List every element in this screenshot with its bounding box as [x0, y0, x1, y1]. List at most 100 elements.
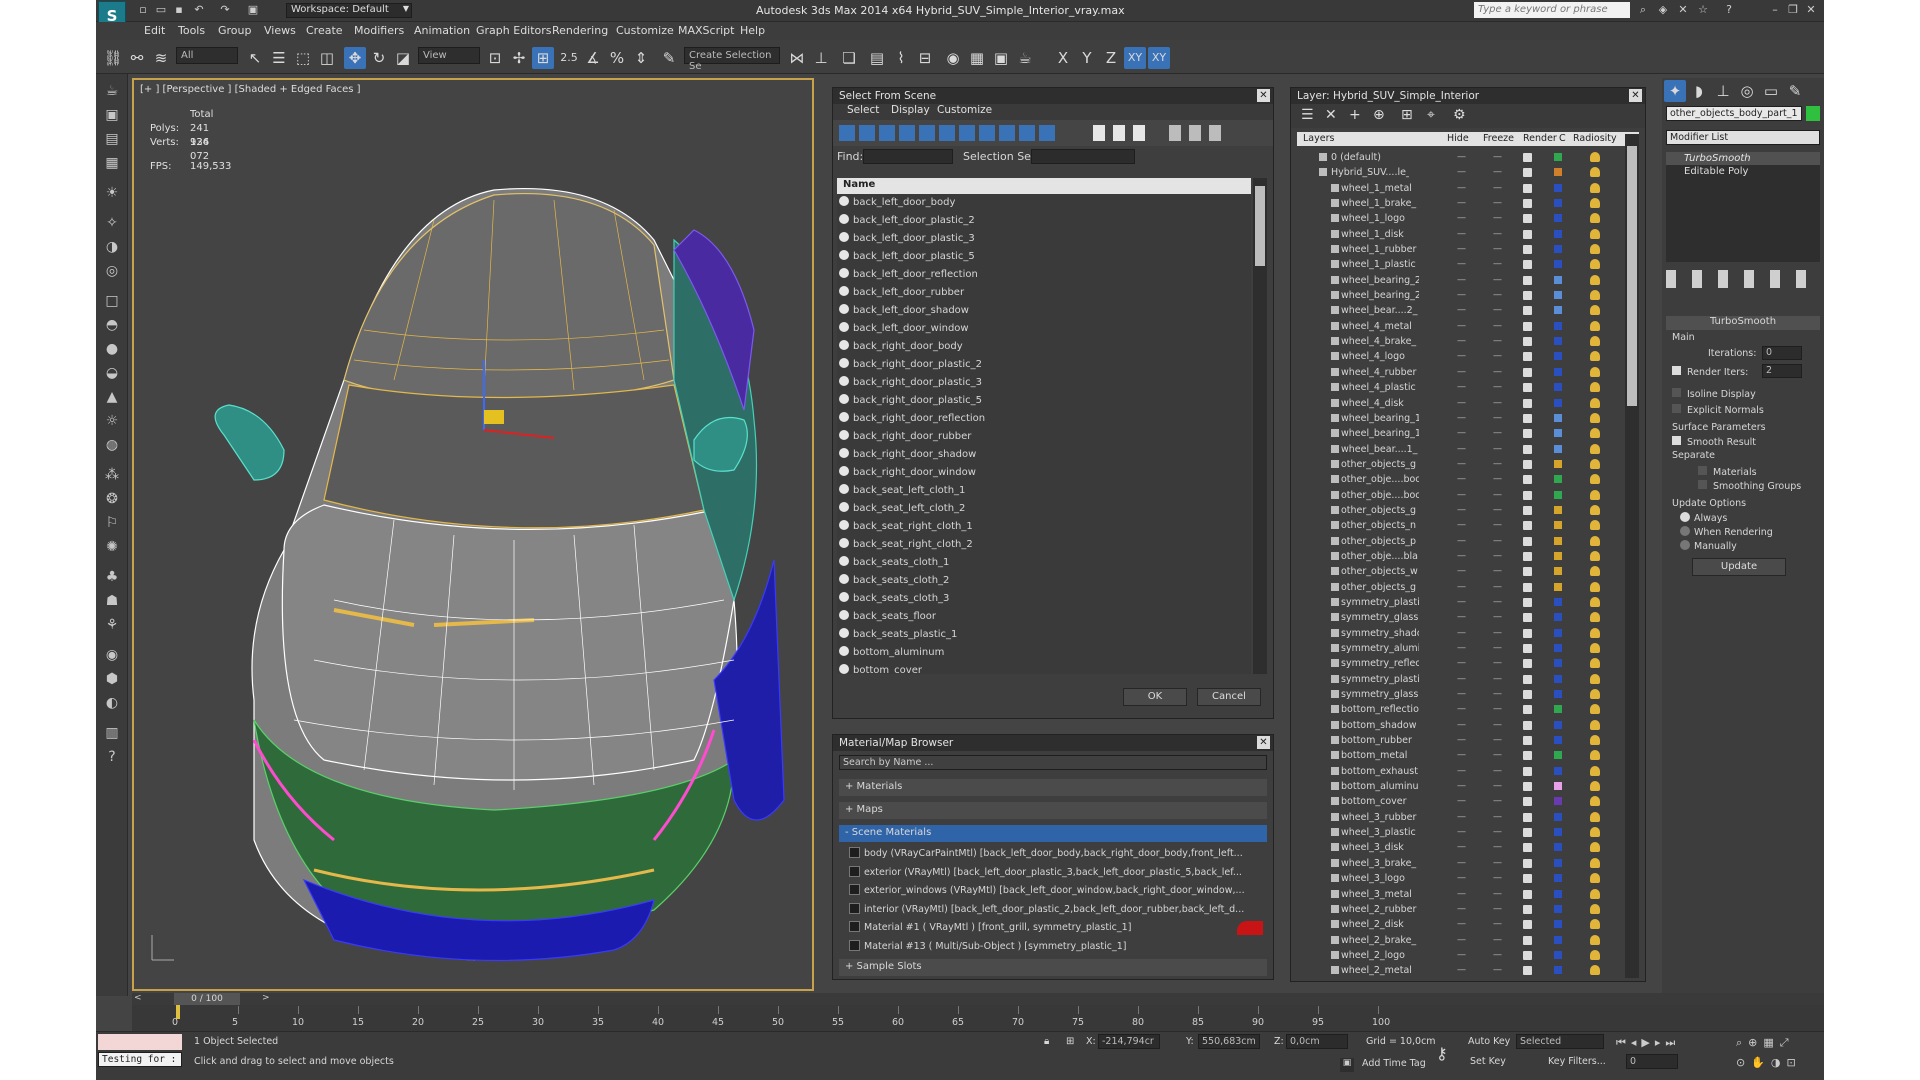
- tab-customize[interactable]: Customize: [937, 104, 992, 116]
- hide-toggle-icon[interactable]: —: [1457, 963, 1466, 978]
- create-layer-icon[interactable]: +: [1349, 107, 1361, 123]
- help-circle-icon[interactable]: ?: [101, 746, 123, 768]
- layer-color-swatch[interactable]: [1554, 367, 1562, 376]
- hide-toggle-icon[interactable]: —: [1457, 488, 1466, 503]
- time-next-icon[interactable]: >: [262, 993, 274, 1005]
- render-teapot-icon[interactable]: [1523, 291, 1532, 301]
- radiosity-icon[interactable]: [1590, 474, 1600, 485]
- layer-color-swatch[interactable]: [1554, 352, 1562, 361]
- layer-color-swatch[interactable]: [1554, 383, 1562, 392]
- close-icon[interactable]: ✕: [1629, 89, 1642, 102]
- y-coordinate-field[interactable]: 550,683cm: [1198, 1034, 1260, 1049]
- select-by-name-icon[interactable]: ☰: [268, 47, 290, 69]
- layer-row[interactable]: other_obje....boc — —: [1297, 488, 1619, 503]
- freeze-toggle-icon[interactable]: —: [1493, 580, 1502, 595]
- col-hide[interactable]: Hide: [1447, 133, 1469, 144]
- freeze-toggle-icon[interactable]: —: [1493, 242, 1502, 257]
- biped-icon[interactable]: ⚘: [101, 614, 123, 636]
- radiosity-icon[interactable]: [1590, 244, 1600, 255]
- radiosity-icon[interactable]: [1590, 458, 1600, 469]
- layer-color-swatch[interactable]: [1554, 551, 1562, 560]
- layer-row[interactable]: wheel_4_rubber — —: [1297, 365, 1619, 380]
- hide-toggle-icon[interactable]: —: [1457, 442, 1466, 457]
- render-teapot-icon[interactable]: [1523, 904, 1532, 914]
- radiosity-icon[interactable]: [1590, 305, 1600, 316]
- playback-controls[interactable]: ⏮◂▶▸⏭: [1616, 1036, 1736, 1050]
- render-teapot-icon[interactable]: [1523, 751, 1532, 761]
- scene-object-row[interactable]: back_seats_floor: [837, 608, 1251, 626]
- layer-row[interactable]: bottom_exhaust — —: [1297, 764, 1619, 779]
- scene-object-row[interactable]: back_left_door_plastic_2: [837, 212, 1251, 230]
- window-crossing-icon[interactable]: ◫: [316, 47, 338, 69]
- hide-toggle-icon[interactable]: —: [1457, 472, 1466, 487]
- freeze-toggle-icon[interactable]: —: [1493, 595, 1502, 610]
- scene-object-row[interactable]: back_left_door_rubber: [837, 284, 1251, 302]
- project-folder-icon[interactable]: ▣: [246, 3, 260, 17]
- menu-edit[interactable]: Edit: [144, 24, 165, 37]
- radiosity-icon[interactable]: [1590, 750, 1600, 761]
- freeze-toggle-icon[interactable]: —: [1493, 687, 1502, 702]
- freeze-toggle-icon[interactable]: —: [1493, 825, 1502, 840]
- favorites-star-icon[interactable]: ☆: [1696, 3, 1710, 17]
- add-time-tag[interactable]: Add Time Tag: [1362, 1058, 1426, 1069]
- radiosity-icon[interactable]: [1590, 596, 1600, 607]
- set-key-button[interactable]: Set Key: [1470, 1056, 1506, 1067]
- freeze-toggle-icon[interactable]: —: [1493, 442, 1502, 457]
- menu-tools[interactable]: Tools: [178, 24, 205, 37]
- layer-color-swatch[interactable]: [1554, 720, 1562, 729]
- layer-color-swatch[interactable]: [1554, 567, 1562, 576]
- hide-toggle-icon[interactable]: —: [1457, 150, 1466, 165]
- freeze-toggle-icon[interactable]: —: [1493, 165, 1502, 180]
- render-teapot-icon[interactable]: [1523, 214, 1532, 224]
- ok-button[interactable]: OK: [1123, 688, 1187, 706]
- environment-icon[interactable]: ◐: [101, 692, 123, 714]
- layer-color-swatch[interactable]: [1554, 521, 1562, 530]
- layer-row[interactable]: wheel_bearing_1 — —: [1297, 411, 1619, 426]
- bind-space-warp-icon[interactable]: ≋: [150, 47, 172, 69]
- object-type-filter-icons[interactable]: [839, 125, 1059, 141]
- scene-object-row[interactable]: back_right_door_rubber: [837, 428, 1251, 446]
- freeze-toggle-icon[interactable]: —: [1493, 334, 1502, 349]
- radiosity-icon[interactable]: [1590, 719, 1600, 730]
- layer-manager-icon[interactable]: ❏: [838, 47, 860, 69]
- col-radiosity[interactable]: Radiosity: [1573, 133, 1617, 144]
- name-column-header[interactable]: Name: [837, 178, 1251, 194]
- axis-xy-button[interactable]: XY: [1124, 47, 1146, 69]
- rendered-frame-window-icon[interactable]: ▣: [990, 47, 1012, 69]
- radiosity-icon[interactable]: [1590, 213, 1600, 224]
- find-input[interactable]: [863, 149, 953, 164]
- always-radio[interactable]: [1680, 512, 1690, 522]
- scene-object-row[interactable]: back_right_door_plastic_3: [837, 374, 1251, 392]
- add-to-layer-icon[interactable]: ⊕: [1373, 107, 1385, 123]
- freeze-toggle-icon[interactable]: —: [1493, 457, 1502, 472]
- utilities-icon[interactable]: ▥: [101, 722, 123, 744]
- z-coordinate-field[interactable]: 0,0cm: [1286, 1034, 1348, 1049]
- layer-row[interactable]: symmetry_glass — —: [1297, 610, 1619, 625]
- render-teapot-icon[interactable]: [1523, 306, 1532, 316]
- hide-toggle-icon[interactable]: —: [1457, 273, 1466, 288]
- perspective-viewport[interactable]: [+ ] [Perspective ] [Shaded + Edged Face…: [132, 78, 814, 991]
- layer-row[interactable]: wheel_4_brake_ — —: [1297, 334, 1619, 349]
- delete-layer-icon[interactable]: ✕: [1325, 107, 1337, 123]
- render-teapot-icon[interactable]: [1523, 782, 1532, 792]
- x-coordinate-field[interactable]: -214,794cr: [1098, 1034, 1160, 1049]
- axis-y-button[interactable]: Y: [1076, 47, 1098, 69]
- render-teapot-icon[interactable]: [1523, 659, 1532, 669]
- layer-row[interactable]: wheel_4_logo — —: [1297, 349, 1619, 364]
- close-icon[interactable]: ✕: [1257, 736, 1270, 749]
- layer-explorer-titlebar[interactable]: Layer: Hybrid_SUV_Simple_Interior ✕: [1291, 88, 1645, 104]
- radiosity-icon[interactable]: [1590, 382, 1600, 393]
- auto-key-button[interactable]: Auto Key: [1468, 1036, 1510, 1047]
- time-cursor[interactable]: [176, 1005, 180, 1019]
- menu-help[interactable]: Help: [740, 24, 765, 37]
- layer-row[interactable]: bottom_rubber — —: [1297, 733, 1619, 748]
- freeze-toggle-icon[interactable]: —: [1493, 748, 1502, 763]
- freeze-toggle-icon[interactable]: —: [1493, 672, 1502, 687]
- freeze-toggle-icon[interactable]: —: [1493, 564, 1502, 579]
- freeze-toggle-icon[interactable]: —: [1493, 211, 1502, 226]
- render-teapot-icon[interactable]: [1523, 582, 1532, 592]
- render-iters-checkbox[interactable]: [1672, 366, 1681, 375]
- layer-color-swatch[interactable]: [1554, 690, 1562, 699]
- layer-color-swatch[interactable]: [1554, 444, 1562, 453]
- hide-toggle-icon[interactable]: —: [1457, 257, 1466, 272]
